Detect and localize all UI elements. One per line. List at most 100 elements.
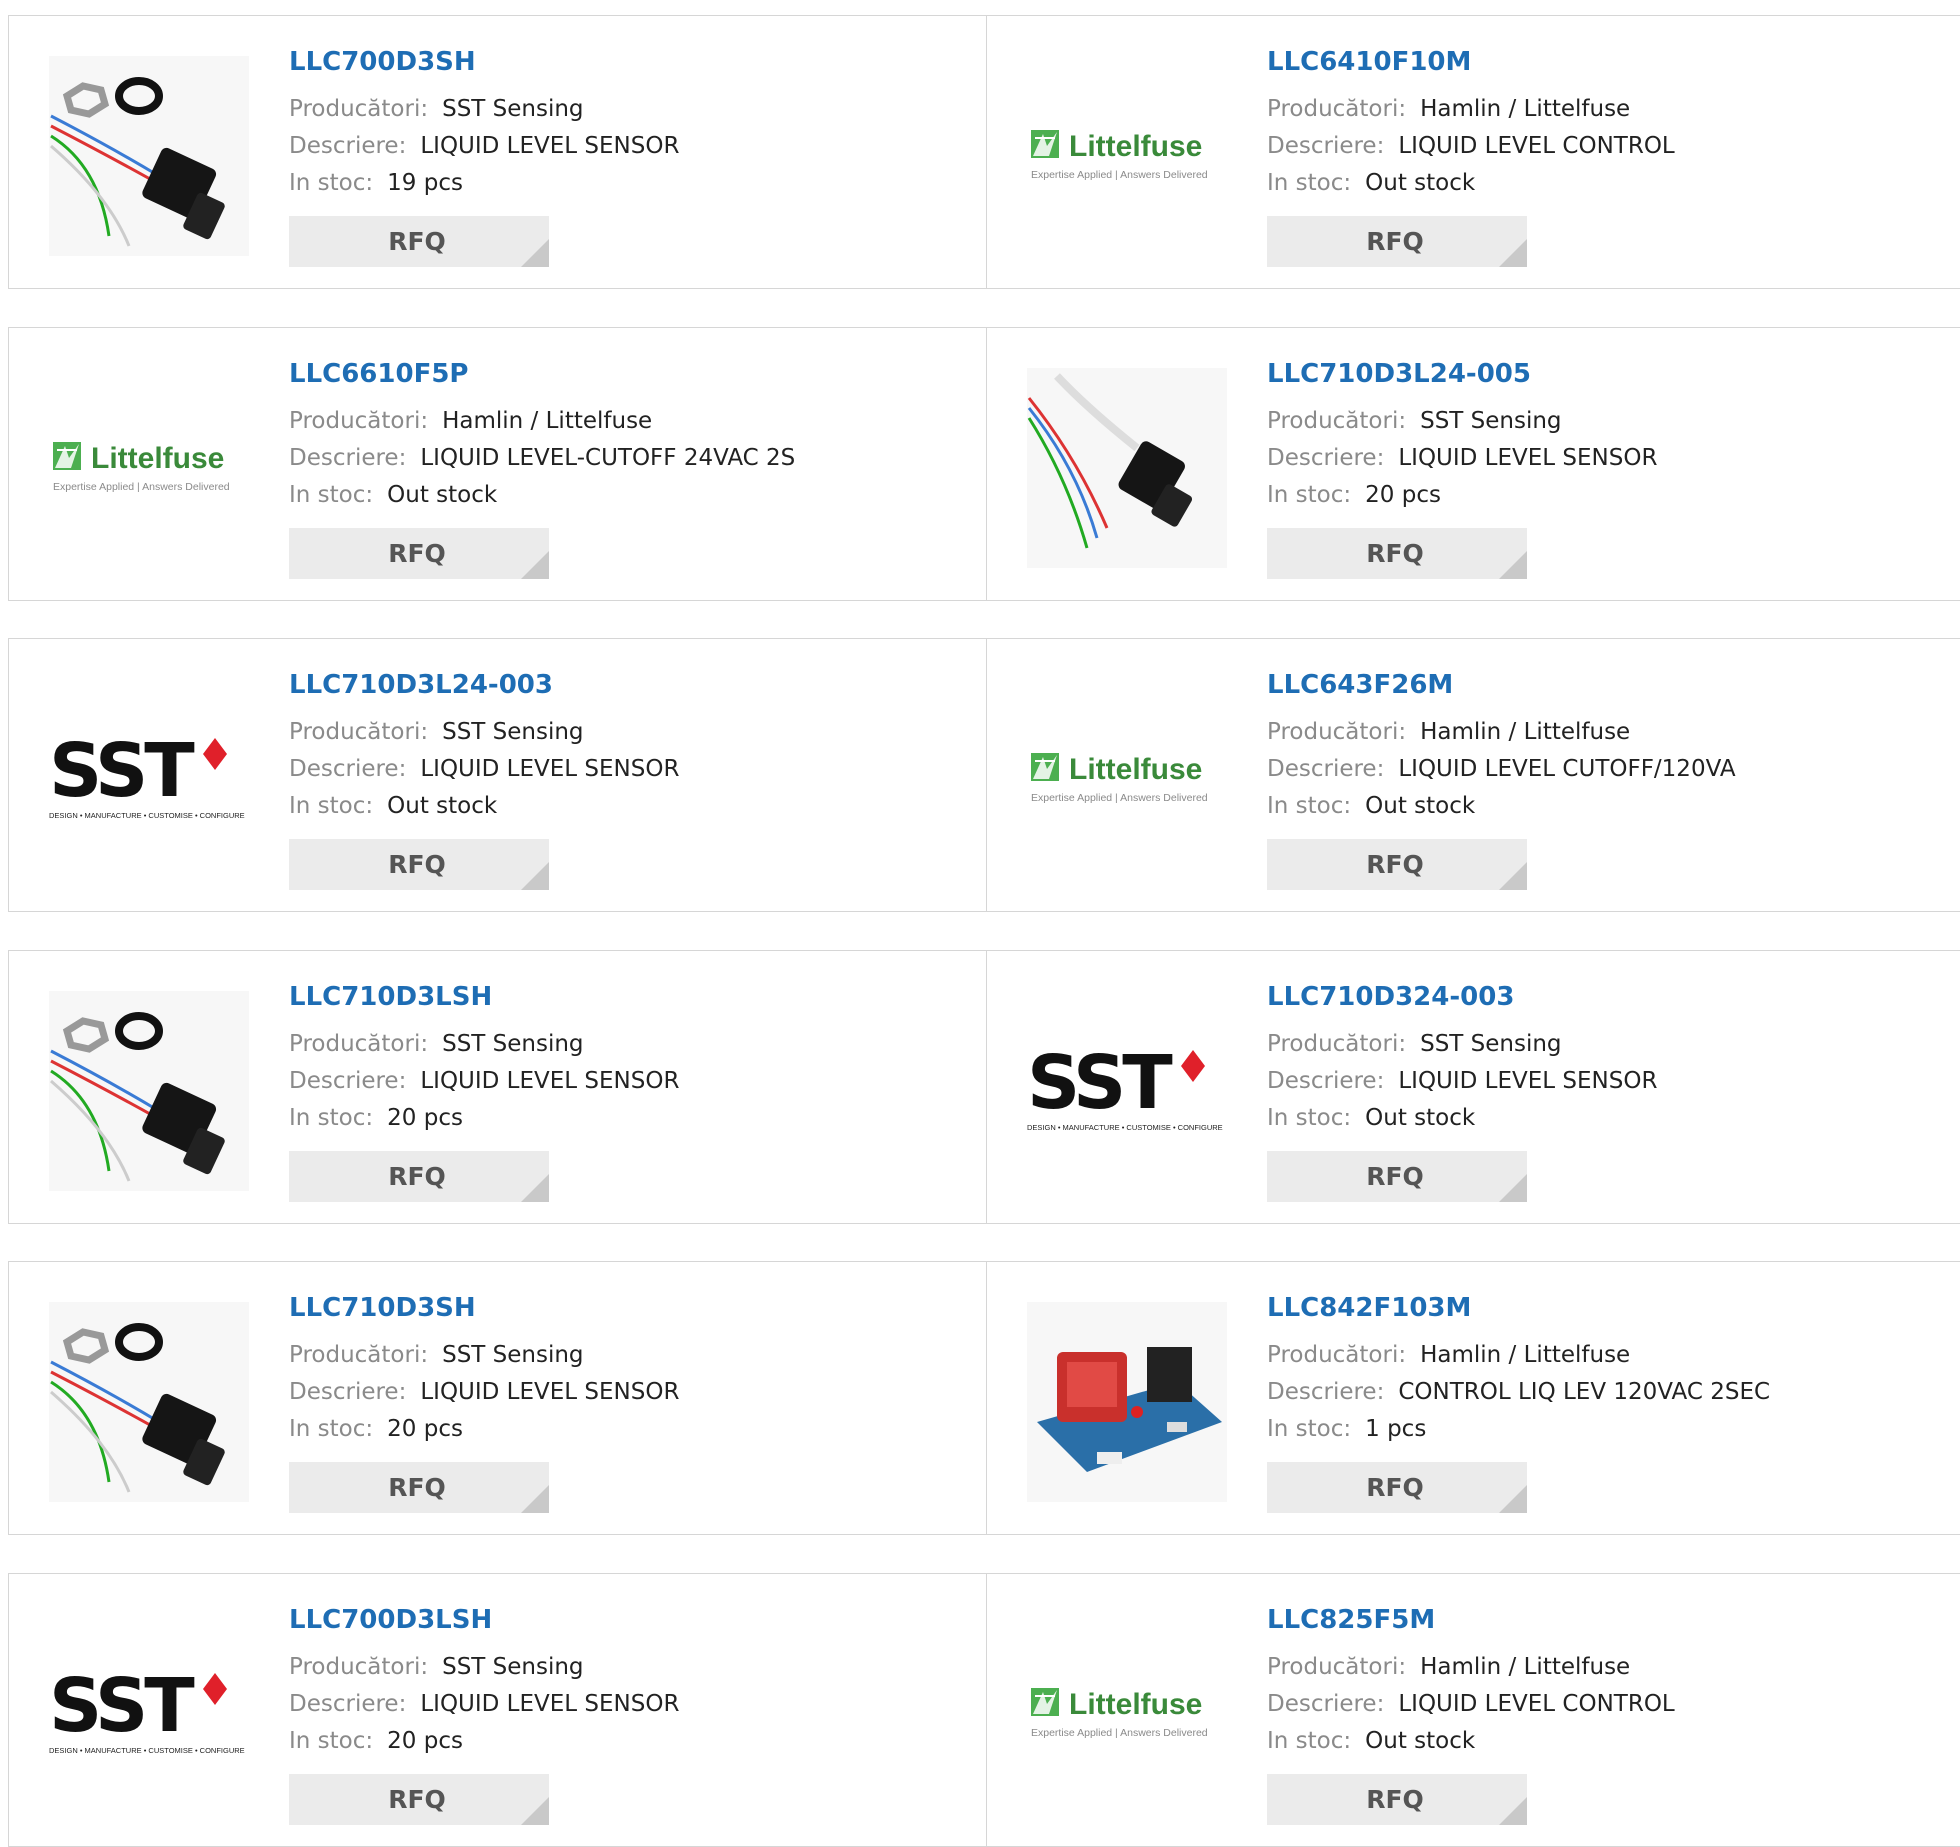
rfq-button[interactable]: RFQ bbox=[1267, 1773, 1527, 1825]
pcb-board-image bbox=[1027, 1302, 1227, 1502]
stock-row: In stoc: Out stock bbox=[1267, 788, 1736, 825]
product-image[interactable] bbox=[1027, 367, 1227, 568]
manufacturer-row: Producători: SST Sensing bbox=[289, 714, 679, 751]
stock-value: 20 pcs bbox=[387, 1416, 463, 1442]
rfq-button-label: RFQ bbox=[388, 1784, 446, 1814]
littelfuse-logo: Littelfuse Expertise Applied | Answers D… bbox=[53, 441, 230, 493]
manufacturer-row: Producători: SST Sensing bbox=[289, 1026, 679, 1063]
part-number-link[interactable]: LLC643F26M bbox=[1267, 669, 1736, 701]
sst-logo: SST DESIGN • MANUFACTURE • CUSTOMISE • C… bbox=[1027, 1046, 1223, 1132]
description-label: Descriere: bbox=[289, 1379, 407, 1405]
rfq-button-label: RFQ bbox=[388, 850, 446, 879]
rfq-button[interactable]: RFQ bbox=[1267, 1150, 1527, 1202]
rfq-button[interactable]: RFQ bbox=[289, 527, 549, 579]
manufacturer-value: SST Sensing bbox=[1420, 407, 1562, 434]
product-card-2: Littelfuse Expertise Applied | Answers D… bbox=[986, 15, 1960, 289]
part-number-link[interactable]: LLC6610F5P bbox=[289, 358, 795, 390]
stock-value: Out stock bbox=[387, 481, 498, 508]
product-info: LLC825F5M Producători: Hamlin / Littelfus… bbox=[1267, 1604, 1675, 1825]
product-image[interactable] bbox=[1027, 1302, 1227, 1502]
product-card-6: Littelfuse Expertise Applied | Answers D… bbox=[986, 638, 1960, 912]
stock-value: 20 pcs bbox=[387, 1104, 463, 1131]
sensor-kit-image bbox=[49, 56, 249, 256]
product-info: LLC710D3L24-003 Producători: SST Sensing … bbox=[289, 669, 679, 890]
part-number-link[interactable]: LLC825F5M bbox=[1267, 1604, 1675, 1636]
description-value: LIQUID LEVEL SENSOR bbox=[1398, 444, 1658, 471]
product-image[interactable]: Littelfuse Expertise Applied | Answers D… bbox=[1027, 56, 1227, 256]
description-value: LIQUID LEVEL-CUTOFF 24VAC 2S bbox=[420, 444, 796, 471]
rfq-button[interactable]: RFQ bbox=[1267, 527, 1527, 579]
part-number-link[interactable]: LLC710D324-003 bbox=[1267, 981, 1657, 1013]
rfq-corner-decoration bbox=[1499, 862, 1527, 890]
manufacturer-label: Producători: bbox=[289, 1653, 429, 1680]
littelfuse-tagline: Expertise Applied | Answers Delivered bbox=[1031, 792, 1208, 804]
product-image[interactable]: SST DESIGN • MANUFACTURE • CUSTOMISE • C… bbox=[49, 1614, 249, 1814]
stock-label: In stoc: bbox=[289, 793, 374, 819]
product-image[interactable]: Littelfuse Expertise Applied | Answers D… bbox=[1027, 1614, 1227, 1814]
stock-label: In stoc: bbox=[1267, 170, 1352, 196]
product-info: LLC842F103M Producători: Hamlin / Littelf… bbox=[1267, 1292, 1770, 1513]
product-info: LLC710D324-003 Producători: SST Sensing D… bbox=[1267, 981, 1657, 1202]
product-info: LLC710D3SH Producători: SST Sensing Descr… bbox=[289, 1292, 679, 1513]
product-image[interactable]: SST DESIGN • MANUFACTURE • CUSTOMISE • C… bbox=[1027, 991, 1227, 1191]
description-label: Descriere: bbox=[289, 1067, 407, 1094]
part-number-link[interactable]: LLC710D3SH bbox=[289, 1292, 679, 1324]
description-label: Descriere: bbox=[1267, 1379, 1385, 1405]
rfq-button[interactable]: RFQ bbox=[289, 839, 549, 890]
description-row: Descriere: LIQUID LEVEL SENSOR bbox=[289, 1374, 679, 1411]
product-image[interactable]: SST DESIGN • MANUFACTURE • CUSTOMISE • C… bbox=[49, 679, 249, 879]
manufacturer-value: Hamlin / Littelfuse bbox=[1420, 1653, 1631, 1680]
rfq-button[interactable]: RFQ bbox=[289, 1150, 549, 1202]
part-number-link[interactable]: LLC710D3L24-005 bbox=[1267, 358, 1657, 390]
part-number-link[interactable]: LLC6410F10M bbox=[1267, 46, 1675, 78]
rfq-button-label: RFQ bbox=[1366, 1784, 1424, 1814]
manufacturer-value: Hamlin / Littelfuse bbox=[442, 407, 653, 434]
manufacturer-value: SST Sensing bbox=[442, 1342, 584, 1368]
manufacturer-label: Producători: bbox=[1267, 1030, 1407, 1057]
littelfuse-logo-text: Littelfuse bbox=[1069, 130, 1202, 163]
littelfuse-logo: Littelfuse Expertise Applied | Answers D… bbox=[1031, 130, 1208, 181]
description-row: Descriere: CONTROL LIQ LEV 120VAC 2SEC bbox=[1267, 1374, 1770, 1411]
part-number-link[interactable]: LLC700D3SH bbox=[289, 46, 679, 78]
manufacturer-label: Producători: bbox=[1267, 407, 1407, 434]
description-label: Descriere: bbox=[289, 1690, 407, 1717]
product-info: LLC710D3L24-005 Producători: SST Sensing … bbox=[1267, 358, 1657, 579]
rfq-button[interactable]: RFQ bbox=[1267, 1462, 1527, 1513]
rfq-corner-decoration bbox=[521, 239, 549, 267]
sst-logo-text: SST bbox=[49, 1669, 195, 1749]
rfq-button[interactable]: RFQ bbox=[1267, 839, 1527, 890]
product-info: LLC6610F5P Producători: Hamlin / Littelfu… bbox=[289, 358, 795, 579]
rfq-button[interactable]: RFQ bbox=[289, 1462, 549, 1513]
stock-row: In stoc: Out stock bbox=[289, 477, 795, 514]
manufacturer-row: Producători: Hamlin / Littelfuse bbox=[289, 403, 795, 440]
rfq-button[interactable]: RFQ bbox=[289, 1773, 549, 1825]
product-card-8: SST DESIGN • MANUFACTURE • CUSTOMISE • C… bbox=[986, 949, 1960, 1224]
stock-row: In stoc: 20 pcs bbox=[289, 1723, 679, 1760]
manufacturer-row: Producători: Hamlin / Littelfuse bbox=[1267, 1337, 1770, 1374]
manufacturer-label: Producători: bbox=[289, 407, 429, 434]
description-row: Descriere: LIQUID LEVEL SENSOR bbox=[289, 1686, 679, 1723]
product-image[interactable]: Littelfuse Expertise Applied | Answers D… bbox=[1027, 679, 1227, 879]
product-image[interactable]: Littelfuse Expertise Applied | Answers D… bbox=[49, 368, 249, 568]
part-number-link[interactable]: LLC710D3L24-003 bbox=[289, 669, 679, 701]
product-card-4: LLC710D3L24-005 Producători: SST Sensing … bbox=[986, 326, 1960, 601]
product-card-10: LLC842F103M Producători: Hamlin / Littelf… bbox=[986, 1261, 1960, 1535]
part-number-link[interactable]: LLC700D3LSH bbox=[289, 1604, 679, 1636]
sst-tagline: DESIGN • MANUFACTURE • CUSTOMISE • CONFI… bbox=[1027, 1123, 1223, 1132]
manufacturer-value: Hamlin / Littelfuse bbox=[1420, 719, 1631, 745]
product-image[interactable] bbox=[49, 990, 249, 1191]
description-row: Descriere: LIQUID LEVEL-CUTOFF 24VAC 2S bbox=[289, 440, 795, 477]
product-image[interactable] bbox=[49, 1302, 249, 1502]
description-label: Descriere: bbox=[1267, 1690, 1385, 1717]
stock-value: 1 pcs bbox=[1365, 1416, 1427, 1442]
description-value: LIQUID LEVEL SENSOR bbox=[420, 756, 680, 782]
part-number-link[interactable]: LLC710D3LSH bbox=[289, 981, 679, 1013]
rfq-button[interactable]: RFQ bbox=[1267, 216, 1527, 267]
manufacturer-value: SST Sensing bbox=[1420, 1030, 1562, 1057]
rfq-corner-decoration bbox=[521, 1173, 549, 1202]
manufacturer-label: Producători: bbox=[1267, 1653, 1407, 1680]
stock-value: Out stock bbox=[1365, 170, 1476, 196]
product-image[interactable] bbox=[49, 56, 249, 256]
part-number-link[interactable]: LLC842F103M bbox=[1267, 1292, 1770, 1324]
rfq-button[interactable]: RFQ bbox=[289, 216, 549, 267]
